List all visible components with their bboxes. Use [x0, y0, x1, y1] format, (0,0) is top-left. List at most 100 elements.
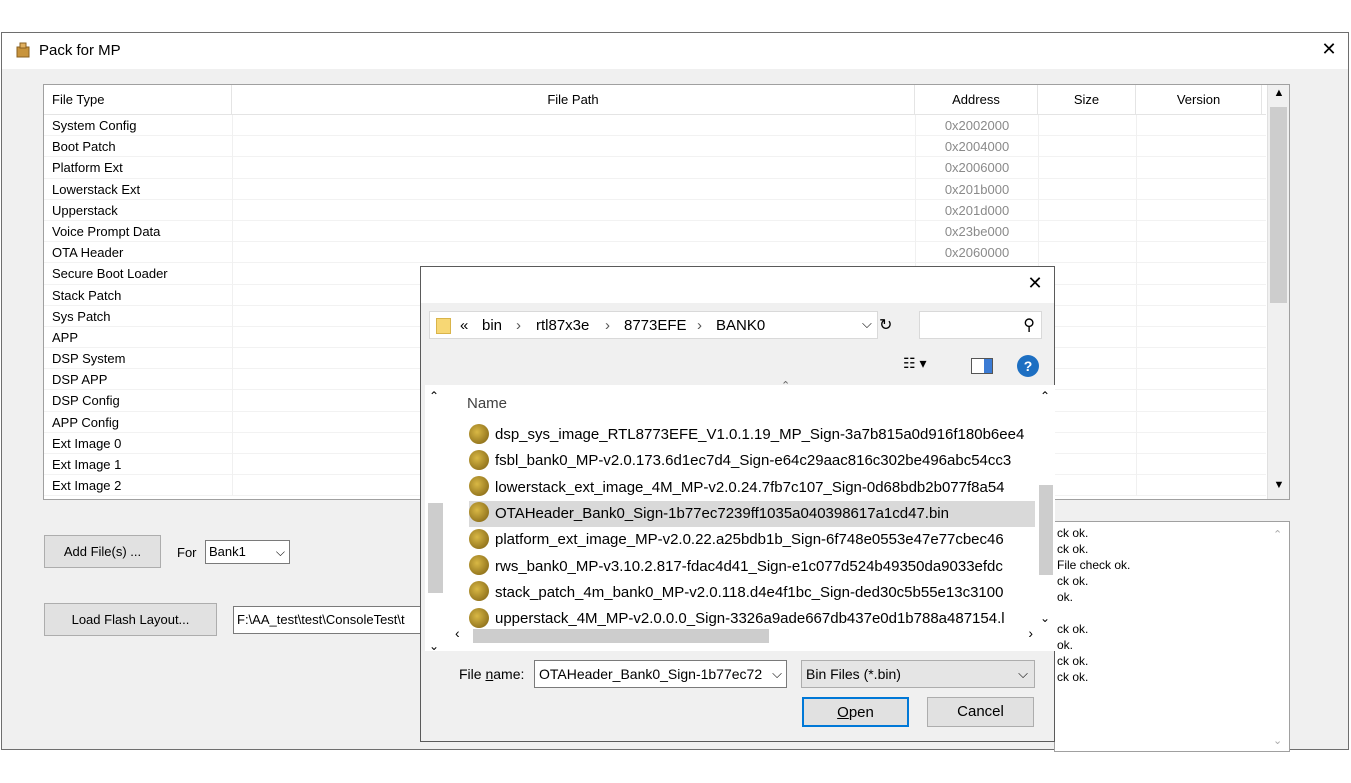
log-line: ck ok. — [1057, 526, 1089, 540]
open-button[interactable]: Open — [802, 697, 909, 727]
size-cell — [1038, 115, 1136, 136]
file-path-cell[interactable] — [232, 242, 915, 264]
bank-select[interactable]: Bank1 ⌵ — [205, 540, 290, 564]
file-type-cell: Ext Image 2 — [52, 478, 122, 494]
file-path-cell[interactable] — [232, 115, 915, 136]
list-item[interactable]: lowerstack_ext_image_4M_MP-v2.0.24.7fb7c… — [469, 475, 1035, 501]
list-item[interactable]: rws_bank0_MP-v3.10.2.817-fdac4d41_Sign-e… — [469, 554, 1035, 580]
filetype-select[interactable]: Bin Files (*.bin) ⌵ — [801, 660, 1035, 688]
dialog-close-icon[interactable]: ✕ — [1024, 272, 1046, 294]
breadcrumb-bank0[interactable]: BANK0 — [716, 317, 765, 334]
version-cell — [1136, 220, 1262, 242]
file-name: fsbl_bank0_MP-v2.0.173.6d1ec7d4_Sign-e64… — [495, 452, 1012, 470]
scroll-left-icon[interactable]: ‹ — [455, 625, 460, 641]
col-size[interactable]: Size — [1038, 85, 1136, 115]
file-path-cell[interactable] — [232, 199, 915, 221]
flash-path-input[interactable]: F:\AA_test\test\ConsoleTest\t — [233, 606, 423, 634]
file-type-cell: DSP APP — [52, 372, 108, 388]
file-type-cell: Ext Image 0 — [52, 435, 122, 451]
file-path-cell[interactable] — [232, 157, 915, 179]
scroll-right-icon[interactable]: › — [1028, 625, 1033, 641]
list-item[interactable]: platform_ext_image_MP-v2.0.22.a25bdb1b_S… — [469, 527, 1035, 553]
load-flash-layout-button[interactable]: Load Flash Layout... — [44, 603, 217, 636]
address-cell: 0x23be000 — [915, 220, 1038, 242]
chevron-down-icon[interactable]: ⌵ — [862, 316, 872, 332]
left-scroll-thumb[interactable] — [428, 503, 443, 593]
scroll-up-icon[interactable]: ⌃ — [429, 389, 439, 403]
breadcrumb-separator[interactable]: › — [697, 317, 702, 334]
table-row[interactable]: Voice Prompt Data 0x23be000 — [44, 220, 1266, 243]
file-name: rws_bank0_MP-v3.10.2.817-fdac4d41_Sign-e… — [495, 557, 1003, 575]
right-scrollbar[interactable]: ⌃ ⌄ — [1037, 385, 1055, 625]
breadcrumb-8773efe[interactable]: 8773EFE — [624, 317, 687, 334]
open-file-dialog: ✕ « bin › rtl87x3e › 8773EFE › BANK0 ⌵ ↻… — [420, 266, 1055, 742]
breadcrumb-bin[interactable]: bin — [482, 317, 502, 334]
table-row[interactable]: OTA Header 0x2060000 — [44, 242, 1266, 264]
left-scrollbar[interactable]: ⌃ ⌄ — [425, 385, 445, 653]
search-input[interactable]: ⚲ — [919, 311, 1042, 339]
table-row[interactable]: Lowerstack Ext 0x201b000 — [44, 178, 1266, 200]
table-row[interactable]: Upperstack 0x201d000 — [44, 199, 1266, 221]
table-row[interactable]: Platform Ext 0x2006000 — [44, 157, 1266, 179]
breadcrumb-overflow[interactable]: « — [460, 317, 468, 334]
table-row[interactable]: System Config 0x2002000 — [44, 115, 1266, 137]
file-name: stack_patch_4m_bank0_MP-v2.0.118.d4e4f1b… — [495, 583, 1004, 601]
filename-label: File name: — [459, 666, 525, 682]
breadcrumb-separator[interactable]: › — [516, 317, 521, 334]
cancel-button[interactable]: Cancel — [927, 697, 1034, 727]
log-scroll-up-icon[interactable]: ⌃ — [1273, 528, 1282, 541]
col-file-path[interactable]: File Path — [232, 85, 915, 115]
file-name: dsp_sys_image_RTL8773EFE_V1.0.1.19_MP_Si… — [495, 426, 1025, 443]
log-scrollbar[interactable]: ⌃ ⌄ — [1269, 522, 1289, 751]
breadcrumb-separator[interactable]: › — [605, 317, 610, 334]
help-icon[interactable]: ? — [1017, 355, 1039, 377]
add-files-button[interactable]: Add File(s) ... — [44, 535, 161, 568]
close-icon[interactable]: ✕ — [1318, 38, 1340, 60]
filetype-value: Bin Files (*.bin) — [806, 666, 901, 682]
table-row[interactable]: Boot Patch 0x2004000 — [44, 136, 1266, 158]
list-item[interactable]: stack_patch_4m_bank0_MP-v2.0.118.d4e4f1b… — [469, 580, 1035, 606]
chevron-down-icon[interactable]: ⌵ — [772, 661, 782, 687]
file-type-cell: Sys Patch — [52, 308, 111, 324]
scroll-down-icon[interactable]: ▼ — [1268, 479, 1289, 497]
bin-file-icon — [469, 476, 489, 497]
file-path-cell[interactable] — [232, 220, 915, 242]
col-file-type[interactable]: File Type — [44, 85, 232, 115]
version-cell — [1136, 390, 1262, 412]
file-path-cell[interactable] — [232, 136, 915, 158]
scroll-down-icon[interactable]: ⌄ — [1040, 611, 1050, 625]
view-options-icon[interactable]: ☷ ▾ — [903, 355, 926, 372]
grid-scrollbar[interactable]: ▲ ▼ — [1267, 85, 1289, 499]
scroll-up-icon[interactable]: ▲ — [1268, 87, 1289, 105]
file-type-cell: OTA Header — [52, 245, 124, 261]
log-output: ck ok. ck ok. File check ok. ck ok. ok. ck o… — [1054, 521, 1290, 752]
dialog-title-bar: ✕ — [421, 267, 1054, 303]
horizontal-scrollbar[interactable]: ‹ › — [451, 625, 1037, 645]
package-icon — [16, 42, 30, 58]
filename-input[interactable]: OTAHeader_Bank0_Sign-1b77ec72 ⌵ — [534, 660, 787, 688]
file-path-cell[interactable] — [232, 178, 915, 200]
right-scroll-thumb[interactable] — [1039, 485, 1053, 575]
col-address[interactable]: Address — [915, 85, 1038, 115]
log-line: File check ok. — [1057, 558, 1131, 572]
name-column-header[interactable]: Name — [467, 395, 507, 412]
list-item[interactable]: fsbl_bank0_MP-v2.0.173.6d1ec7d4_Sign-e64… — [469, 448, 1035, 474]
horizontal-scroll-thumb[interactable] — [473, 629, 769, 643]
breadcrumb-rtl87x3e[interactable]: rtl87x3e — [536, 317, 589, 334]
refresh-icon[interactable]: ↻ — [879, 315, 892, 335]
list-item[interactable]: dsp_sys_image_RTL8773EFE_V1.0.1.19_MP_Si… — [469, 422, 1035, 448]
col-version[interactable]: Version — [1136, 85, 1262, 115]
preview-pane-icon[interactable] — [971, 358, 993, 374]
address-cell: 0x201d000 — [915, 199, 1038, 221]
size-cell — [1038, 242, 1136, 264]
scroll-down-icon[interactable]: ⌄ — [429, 639, 439, 653]
file-type-cell: Secure Boot Loader — [52, 266, 168, 282]
sort-indicator-icon: ⌃ — [781, 380, 791, 392]
log-line: ck ok. — [1057, 670, 1089, 684]
scroll-up-icon[interactable]: ⌃ — [1040, 389, 1050, 403]
for-label: For — [177, 545, 197, 560]
list-item[interactable]: OTAHeader_Bank0_Sign-1b77ec7239ff1035a04… — [469, 500, 1035, 527]
address-bar[interactable]: « bin › rtl87x3e › 8773EFE › BANK0 ⌵ — [429, 311, 878, 339]
log-scroll-down-icon[interactable]: ⌄ — [1273, 734, 1282, 747]
scroll-thumb[interactable] — [1270, 107, 1287, 303]
